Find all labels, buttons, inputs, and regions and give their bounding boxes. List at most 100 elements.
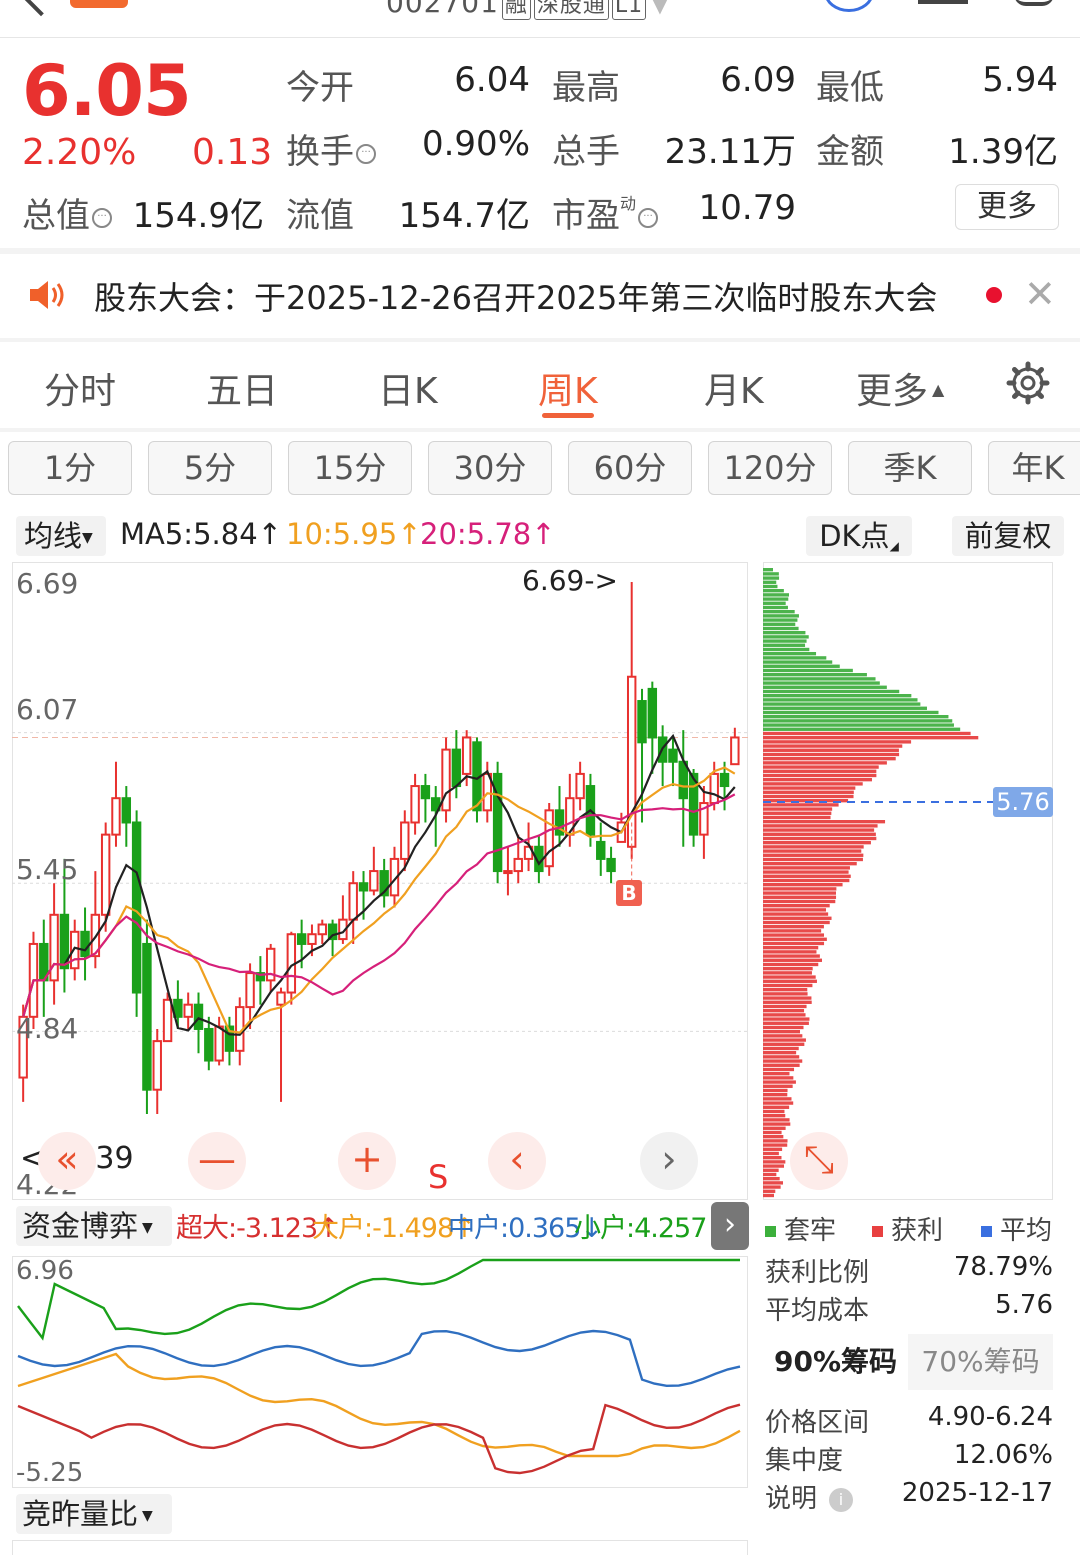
chip-bar bbox=[763, 715, 949, 719]
chip-bar bbox=[763, 895, 837, 899]
indicator-select[interactable]: 均线▼ bbox=[16, 516, 106, 556]
candle-body bbox=[245, 972, 255, 1009]
note-label: 说明 bbox=[765, 1484, 818, 1514]
chip-bar bbox=[763, 1017, 810, 1021]
fund-flow-select[interactable]: 资金博弈 ▼ bbox=[16, 1206, 172, 1246]
chip-bar bbox=[763, 752, 900, 757]
tab-intraday[interactable]: 分时 bbox=[44, 362, 116, 414]
chip-bar bbox=[763, 668, 853, 673]
chip-bar bbox=[763, 1109, 785, 1114]
zoom-out-button[interactable]: — bbox=[188, 1132, 246, 1190]
chip-bar bbox=[763, 824, 878, 828]
candle-body bbox=[400, 821, 410, 860]
chip-bar bbox=[763, 1130, 782, 1135]
chip-bar bbox=[763, 778, 872, 782]
tab-weekly-k[interactable]: 周K bbox=[538, 362, 598, 414]
chip-bar bbox=[763, 971, 812, 975]
tab-daily-k[interactable]: 日K bbox=[378, 362, 438, 414]
chip-bar bbox=[763, 1055, 800, 1059]
chip-bar bbox=[763, 610, 795, 614]
note-label-wrap[interactable]: 说明 i bbox=[765, 1478, 854, 1515]
volume-ratio-select-label: 竞昨量比 bbox=[22, 1497, 139, 1531]
search-icon[interactable] bbox=[1014, 0, 1054, 6]
tab-90-chips[interactable]: 90%筹码 bbox=[763, 1334, 908, 1390]
concentration-value: 12.06% bbox=[953, 1440, 1053, 1470]
chip-bar bbox=[763, 954, 820, 958]
scroll-left-fast-button[interactable]: « bbox=[38, 1132, 96, 1190]
pe-label-wrap[interactable]: 市盈动··· bbox=[552, 188, 659, 237]
legend-profit: 获利 bbox=[872, 1210, 943, 1247]
candle-body bbox=[575, 772, 585, 800]
more-quote-button[interactable]: 更多 bbox=[955, 184, 1059, 230]
chip-bar bbox=[763, 1177, 780, 1181]
chip-bar bbox=[763, 605, 788, 610]
legend-swatch bbox=[981, 1226, 992, 1237]
candle-body bbox=[730, 736, 740, 766]
chip-bar bbox=[763, 631, 806, 635]
chip-bar bbox=[763, 1051, 797, 1055]
period-1min[interactable]: 1分 bbox=[8, 441, 132, 495]
chip-bar bbox=[763, 660, 833, 664]
volume-label: 总手 bbox=[552, 132, 620, 172]
chip-bar bbox=[763, 589, 784, 593]
legend-average-label: 平均 bbox=[1000, 1216, 1053, 1246]
chip-bar bbox=[763, 836, 877, 841]
dk-point-button[interactable]: DK点◢ bbox=[806, 516, 912, 556]
move-right-button[interactable]: › bbox=[640, 1132, 698, 1190]
avg-cost-label: 平均成本 bbox=[765, 1296, 870, 1326]
mcap-label-wrap[interactable]: 总值 ··· bbox=[22, 188, 112, 237]
period-120min[interactable]: 120分 bbox=[708, 441, 832, 495]
tab-more[interactable]: 更多 ▲ bbox=[856, 362, 944, 414]
super-large-flow-line bbox=[17, 1403, 741, 1475]
chip-bar bbox=[763, 883, 843, 887]
turnover-label-wrap[interactable]: 换手 ··· bbox=[286, 124, 376, 173]
period-quarter-k[interactable]: 季K bbox=[848, 441, 972, 495]
chip-bar bbox=[763, 1181, 783, 1185]
chip-bar bbox=[763, 1009, 805, 1013]
y-label-2: 6.07 bbox=[16, 693, 79, 726]
period-year-k[interactable]: 年K bbox=[988, 441, 1080, 495]
y-label-4: 4.84 bbox=[16, 1012, 79, 1045]
ma10-value: 10:5.95↑ bbox=[286, 517, 422, 551]
buy-marker[interactable]: B bbox=[616, 880, 642, 906]
back-arrow-icon[interactable] bbox=[19, 0, 63, 17]
chip-bar bbox=[763, 1168, 779, 1172]
chip-bar bbox=[763, 1030, 801, 1034]
tab-monthly-k[interactable]: 月K bbox=[704, 362, 764, 414]
chip-bar bbox=[763, 681, 880, 685]
pe-value: 10.79 bbox=[698, 188, 796, 228]
period-5min[interactable]: 5分 bbox=[148, 441, 272, 495]
info-icon: ··· bbox=[638, 207, 659, 228]
chip-distribution-chart bbox=[763, 568, 993, 1198]
stock-code-line[interactable]: 002701 融深股通 L1 ▼ bbox=[386, 0, 669, 20]
chip-bar bbox=[763, 975, 816, 979]
chip-bar bbox=[763, 1080, 796, 1084]
period-30min[interactable]: 30分 bbox=[428, 441, 552, 495]
candle-body bbox=[668, 748, 678, 763]
chip-bar bbox=[763, 1160, 786, 1164]
float-cap-label: 流值 bbox=[286, 196, 354, 236]
gear-icon[interactable] bbox=[1006, 361, 1050, 405]
divider bbox=[0, 248, 1080, 254]
chip-bar bbox=[763, 694, 912, 698]
zoom-in-button[interactable]: + bbox=[338, 1132, 396, 1190]
adjust-mode-button[interactable]: 前复权 bbox=[952, 516, 1064, 556]
tab-70-chips[interactable]: 70%筹码 bbox=[908, 1334, 1053, 1390]
tab-five-day[interactable]: 五日 bbox=[206, 362, 278, 414]
volume-value: 23.11万 bbox=[664, 132, 796, 172]
add-watch-icon[interactable] bbox=[824, 0, 874, 12]
sell-marker[interactable]: S bbox=[428, 1158, 448, 1196]
move-left-button[interactable]: ‹ bbox=[488, 1132, 546, 1190]
expand-icon[interactable]: ⤡ bbox=[790, 1132, 848, 1190]
share-icon[interactable] bbox=[918, 0, 968, 4]
chip-bar bbox=[763, 723, 954, 727]
chip-bar bbox=[763, 652, 817, 656]
period-60min[interactable]: 60分 bbox=[568, 441, 692, 495]
notice-text[interactable]: 股东大会：于2025-12-26召开2025年第三次临时股东大会 bbox=[94, 273, 937, 319]
notice-unread-dot bbox=[986, 287, 1002, 303]
close-icon[interactable]: ✕ bbox=[1024, 272, 1056, 316]
chip-bar bbox=[763, 1034, 803, 1038]
chevron-right-icon[interactable]: › bbox=[711, 1202, 749, 1250]
volume-ratio-select[interactable]: 竞昨量比 ▼ bbox=[16, 1494, 172, 1534]
period-15min[interactable]: 15分 bbox=[288, 441, 412, 495]
